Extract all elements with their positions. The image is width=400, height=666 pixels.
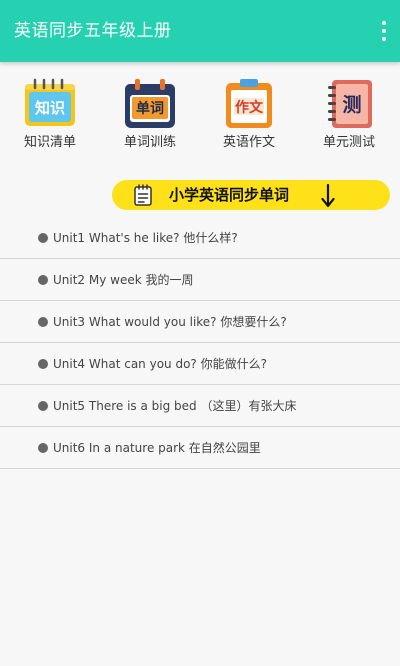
unit-title: Unit2 My week 我的一周 <box>53 273 194 287</box>
banner-title: 小学英语同步单词 <box>169 186 290 204</box>
section-banner: 小学英语同步单词 <box>112 180 390 210</box>
shortcut-icon-text: 测 <box>342 94 361 116</box>
unit-list: Unit1 What's he like? 他什么样? Unit2 My wee… <box>0 217 400 469</box>
bullet-dot-icon <box>38 316 48 327</box>
shortcut-grid: 知识 知识清单 单词 单词训练 作文 英语作文 测 单元测试 <box>0 62 400 162</box>
bullet-dot-icon <box>38 358 48 369</box>
shortcut-knowledge-list[interactable]: 知识 知识清单 <box>10 78 90 150</box>
shortcut-icon-text: 单词 <box>136 100 164 117</box>
unit-title: Unit1 What's he like? 他什么样? <box>53 231 238 245</box>
composition-clipboard-icon: 作文 <box>221 78 277 130</box>
arrow-down-icon <box>321 184 335 208</box>
shortcut-icon-text: 作文 <box>235 99 264 116</box>
bullet-dot-icon <box>38 232 48 243</box>
app-bar: 英语同步五年级上册 <box>0 0 400 62</box>
list-item[interactable]: Unit6 In a nature park 在自然公园里 <box>0 427 400 469</box>
shortcut-english-composition[interactable]: 作文 英语作文 <box>209 78 289 150</box>
knowledge-book-icon: 知识 <box>22 78 78 130</box>
shortcut-icon-text: 知识 <box>35 99 65 117</box>
unit-title: Unit5 There is a big bed （这里）有张大床 <box>53 399 297 413</box>
list-item[interactable]: Unit4 What can you do? 你能做什么? <box>0 343 400 385</box>
shortcut-label: 英语作文 <box>222 135 275 150</box>
list-item[interactable]: Unit3 What would you like? 你想要什么? <box>0 301 400 343</box>
shortcut-label: 单元测试 <box>322 135 375 150</box>
shortcut-label: 知识清单 <box>23 135 76 150</box>
unit-title: Unit4 What can you do? 你能做什么? <box>53 357 267 371</box>
shortcut-label: 单词训练 <box>123 135 176 150</box>
list-item[interactable]: Unit1 What's he like? 他什么样? <box>0 217 400 259</box>
list-item[interactable]: Unit5 There is a big bed （这里）有张大床 <box>0 385 400 427</box>
app-title: 英语同步五年级上册 <box>14 21 172 41</box>
unit-title: Unit3 What would you like? 你想要什么? <box>53 315 287 329</box>
bullet-dot-icon <box>38 442 48 453</box>
unit-title: Unit6 In a nature park 在自然公园里 <box>53 441 261 455</box>
word-calendar-icon: 单词 <box>122 78 178 130</box>
bullet-dot-icon <box>38 274 48 285</box>
shortcut-unit-test[interactable]: 测 单元测试 <box>309 78 389 150</box>
list-item[interactable]: Unit2 My week 我的一周 <box>0 259 400 301</box>
notepad-icon <box>134 184 152 206</box>
shortcut-word-training[interactable]: 单词 单词训练 <box>110 78 190 150</box>
test-notebook-icon: 测 <box>321 78 377 130</box>
bullet-dot-icon <box>38 400 48 411</box>
more-options-icon[interactable] <box>378 21 390 41</box>
